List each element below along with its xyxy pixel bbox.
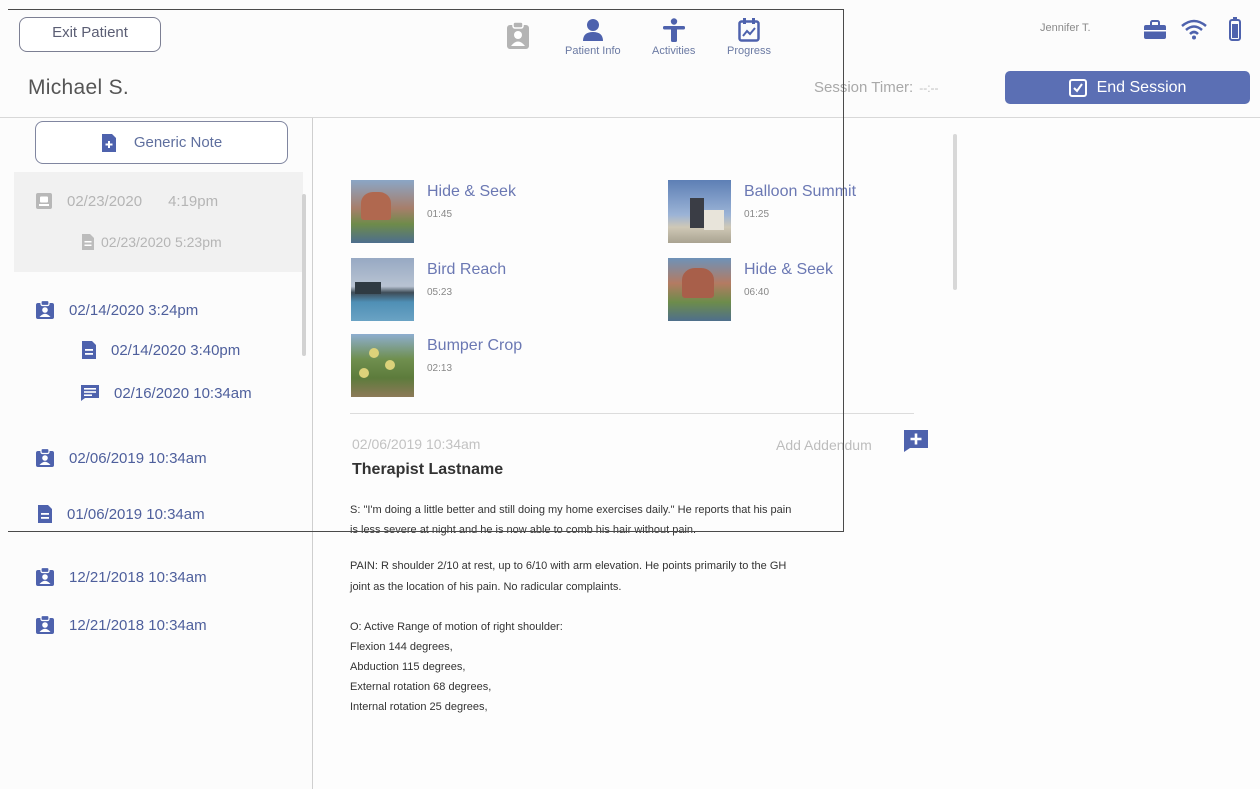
activity-card[interactable]: Bird Reach 05:23 (351, 258, 506, 321)
person-icon (582, 19, 603, 41)
activity-duration: 06:40 (744, 287, 770, 298)
session-timer-label: Session Timer: (814, 79, 914, 96)
nav-patient-info-label: Patient Info (565, 45, 621, 57)
activity-card[interactable]: Hide & Seek 06:40 (668, 258, 833, 321)
sidebar-item-label: 02/14/2020 3:24pm (69, 301, 199, 319)
note-line: S: "I'm doing a little better and still … (350, 504, 792, 516)
wifi-icon (1181, 19, 1207, 40)
clipboard-icon (36, 448, 54, 467)
activity-figure-icon (662, 18, 685, 42)
overlay-line-top (8, 9, 844, 10)
sidebar-item-session[interactable]: 02/14/2020 3:24pm (35, 300, 198, 320)
activity-thumbnail (668, 258, 731, 321)
note-line: Abduction 115 degrees, (350, 661, 466, 673)
sidebar-item-date: 02/23/2020 (67, 192, 143, 210)
activity-thumbnail (351, 334, 414, 397)
nav-activities[interactable]: Activities (652, 18, 695, 57)
briefcase-icon[interactable] (1143, 20, 1167, 40)
checkbox-icon (1068, 78, 1087, 97)
activity-name: Hide & Seek (427, 183, 516, 200)
main-scrollbar[interactable] (953, 134, 957, 290)
activity-name: Bird Reach (427, 261, 507, 278)
sidebar-item-label: 02/23/2020 5:23pm (101, 234, 222, 250)
note-line: Flexion 144 degrees, (350, 641, 453, 653)
generic-note-label: Generic Note (133, 134, 223, 151)
sidebar-item-session[interactable]: 12/21/2018 10:34am (35, 615, 207, 635)
sidebar-scrollbar[interactable] (302, 194, 306, 356)
sidebar-item-time: 4:19pm (168, 192, 219, 210)
note-line: joint as the location of his pain. No ra… (350, 581, 622, 593)
current-user: Jennifer T. (1040, 22, 1091, 34)
add-addendum-link[interactable]: Add Addendum (776, 437, 872, 453)
clipboard-nav-icon (507, 22, 529, 49)
note-line: PAIN: R shoulder 2/10 at rest, up to 6/1… (350, 560, 787, 572)
activity-duration: 01:45 (427, 209, 453, 220)
message-icon (81, 385, 99, 401)
sidebar-item-label: 12/21/2018 10:34am (69, 616, 207, 634)
end-session-button[interactable]: End Session (1005, 71, 1250, 104)
sidebar-item-session[interactable]: 02/06/2019 10:34am (35, 448, 207, 468)
sidebar-item-label: 02/14/2020 3:40pm (111, 341, 241, 359)
add-addendum-icon[interactable] (903, 429, 929, 453)
sidebar-item-label: 01/06/2019 10:34am (67, 505, 205, 523)
add-document-icon (101, 133, 116, 152)
activity-name: Bumper Crop (427, 337, 523, 354)
activity-name: Balloon Summit (744, 183, 857, 200)
activity-duration: 01:25 (744, 209, 770, 220)
nav-progress[interactable]: Progress (727, 18, 771, 57)
sidebar-item-message[interactable]: 02/16/2020 10:34am (80, 384, 252, 402)
overlay-line-right (843, 9, 844, 532)
activity-duration: 02:13 (427, 363, 453, 374)
sidebar-item-session[interactable]: 02/23/2020 4:19pm (35, 192, 218, 210)
selected-session-highlight (14, 172, 303, 272)
progress-chart-icon (738, 18, 760, 42)
nav-clipboard[interactable] (506, 22, 530, 50)
sidebar-item-note[interactable]: 02/14/2020 3:40pm (81, 340, 240, 360)
session-timer: Session Timer: --:-- (814, 79, 939, 96)
clipboard-icon (36, 300, 54, 319)
sidebar-item-label: 02/06/2019 10:34am (69, 449, 207, 467)
activity-card[interactable]: Balloon Summit 01:25 (668, 180, 856, 243)
activity-thumbnail (351, 258, 414, 321)
activity-card[interactable]: Bumper Crop 02:13 (351, 334, 522, 397)
sidebar-item-note[interactable]: 01/06/2019 10:34am (37, 504, 205, 524)
activity-duration: 05:23 (427, 287, 453, 298)
exit-patient-button[interactable]: Exit Patient (19, 17, 161, 52)
overlay-line-bottom (8, 531, 844, 532)
note-line: External rotation 68 degrees, (350, 681, 492, 693)
note-line: O: Active Range of motion of right shoul… (350, 621, 563, 633)
activity-name: Hide & Seek (744, 261, 833, 278)
section-divider (350, 413, 914, 414)
document-icon (82, 234, 94, 250)
session-history-sidebar: Generic Note 02/23/2020 4:19pm 02/23/202… (0, 118, 313, 789)
sidebar-item-note[interactable]: 02/23/2020 5:23pm (81, 233, 222, 251)
activity-thumbnail (351, 180, 414, 243)
clipboard-icon (36, 615, 54, 634)
clipboard-icon (36, 567, 54, 586)
activity-thumbnail (668, 180, 731, 243)
nav-activities-label: Activities (652, 45, 696, 57)
sidebar-item-session[interactable]: 12/21/2018 10:34am (35, 567, 207, 587)
generic-note-button[interactable]: Generic Note (35, 121, 288, 164)
battery-icon (1229, 17, 1241, 41)
patient-name: Michael S. (28, 76, 130, 99)
therapist-name: Therapist Lastname (352, 461, 504, 478)
activity-card[interactable]: Hide & Seek 01:45 (351, 180, 516, 243)
note-date: 02/06/2019 10:34am (352, 436, 481, 452)
document-icon (38, 505, 52, 523)
note-line: Internal rotation 25 degrees, (350, 701, 488, 713)
session-timer-value: --:-- (919, 81, 939, 95)
document-icon (82, 341, 96, 359)
end-session-label: End Session (1096, 78, 1187, 96)
top-bar: Exit Patient Michael S. Patient Info Act… (0, 0, 1260, 118)
sidebar-item-label: 12/21/2018 10:34am (69, 568, 207, 586)
clipboard-icon (36, 193, 52, 209)
nav-patient-info[interactable]: Patient Info (565, 18, 621, 57)
sidebar-item-label: 02/16/2020 10:34am (114, 384, 252, 402)
nav-progress-label: Progress (727, 45, 772, 57)
